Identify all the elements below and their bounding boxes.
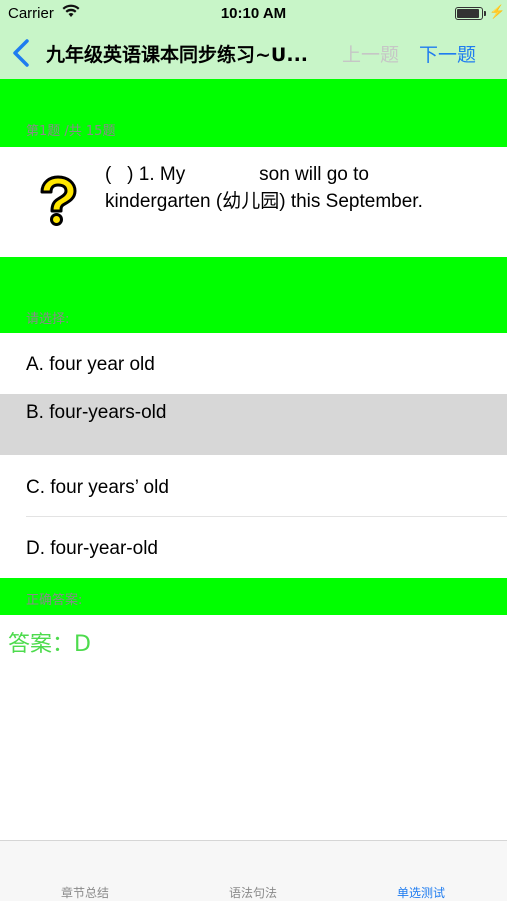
nav-title: 九年级英语课本同步练习~U...: [46, 44, 309, 66]
correct-answer-text: 答案：D: [8, 632, 91, 657]
tab-single-choice-test[interactable]: 单选测试: [397, 884, 445, 901]
choose-label: 请选择:: [26, 312, 70, 327]
answer-header-label: 正确答案:: [26, 593, 83, 608]
status-bar: Carrier 10:10 AM ⚡: [0, 0, 507, 28]
question-header-band: 第1题 /共 15题: [0, 79, 507, 147]
tab-chapter-summary[interactable]: 章节总结: [61, 884, 109, 901]
question-counter: 第1题 /共 15题: [26, 124, 116, 139]
tab-bar: 章节总结 语法句法 单选测试: [0, 840, 507, 901]
option-a-label: A. four year old: [26, 354, 155, 375]
option-b-label: B. four-years-old: [26, 402, 167, 423]
question-text-line-1: ( ) 1. My son will go to: [105, 164, 369, 185]
question-text: ( ) 1. My son will go to kindergarten (幼…: [105, 161, 495, 215]
navigation-bar: 九年级英语课本同步练习~U... 上一题 下一题: [0, 28, 507, 79]
option-b-selected[interactable]: B. four-years-old: [0, 394, 507, 455]
choose-header-band: 请选择:: [0, 257, 507, 333]
option-d[interactable]: D. four-year-old: [0, 517, 507, 578]
answer-header-band: 正确答案:: [0, 578, 507, 615]
back-chevron-icon[interactable]: [10, 38, 34, 68]
previous-question-button[interactable]: 上一题: [342, 40, 399, 67]
question-row: ( ) 1. My son will go to kindergarten (幼…: [0, 147, 507, 257]
battery-charging-icon: ⚡: [455, 4, 505, 22]
question-text-line-2: kindergarten (幼儿园) this September.: [105, 191, 423, 212]
clock: 10:10 AM: [220, 5, 287, 22]
option-c[interactable]: C. four years’ old: [0, 455, 507, 516]
option-d-label: D. four-year-old: [26, 538, 158, 559]
option-a[interactable]: A. four year old: [0, 333, 507, 394]
next-question-button[interactable]: 下一题: [419, 40, 476, 67]
option-c-label: C. four years’ old: [26, 477, 169, 498]
question-mark-icon: [40, 175, 77, 226]
tab-grammar[interactable]: 语法句法: [229, 884, 277, 901]
